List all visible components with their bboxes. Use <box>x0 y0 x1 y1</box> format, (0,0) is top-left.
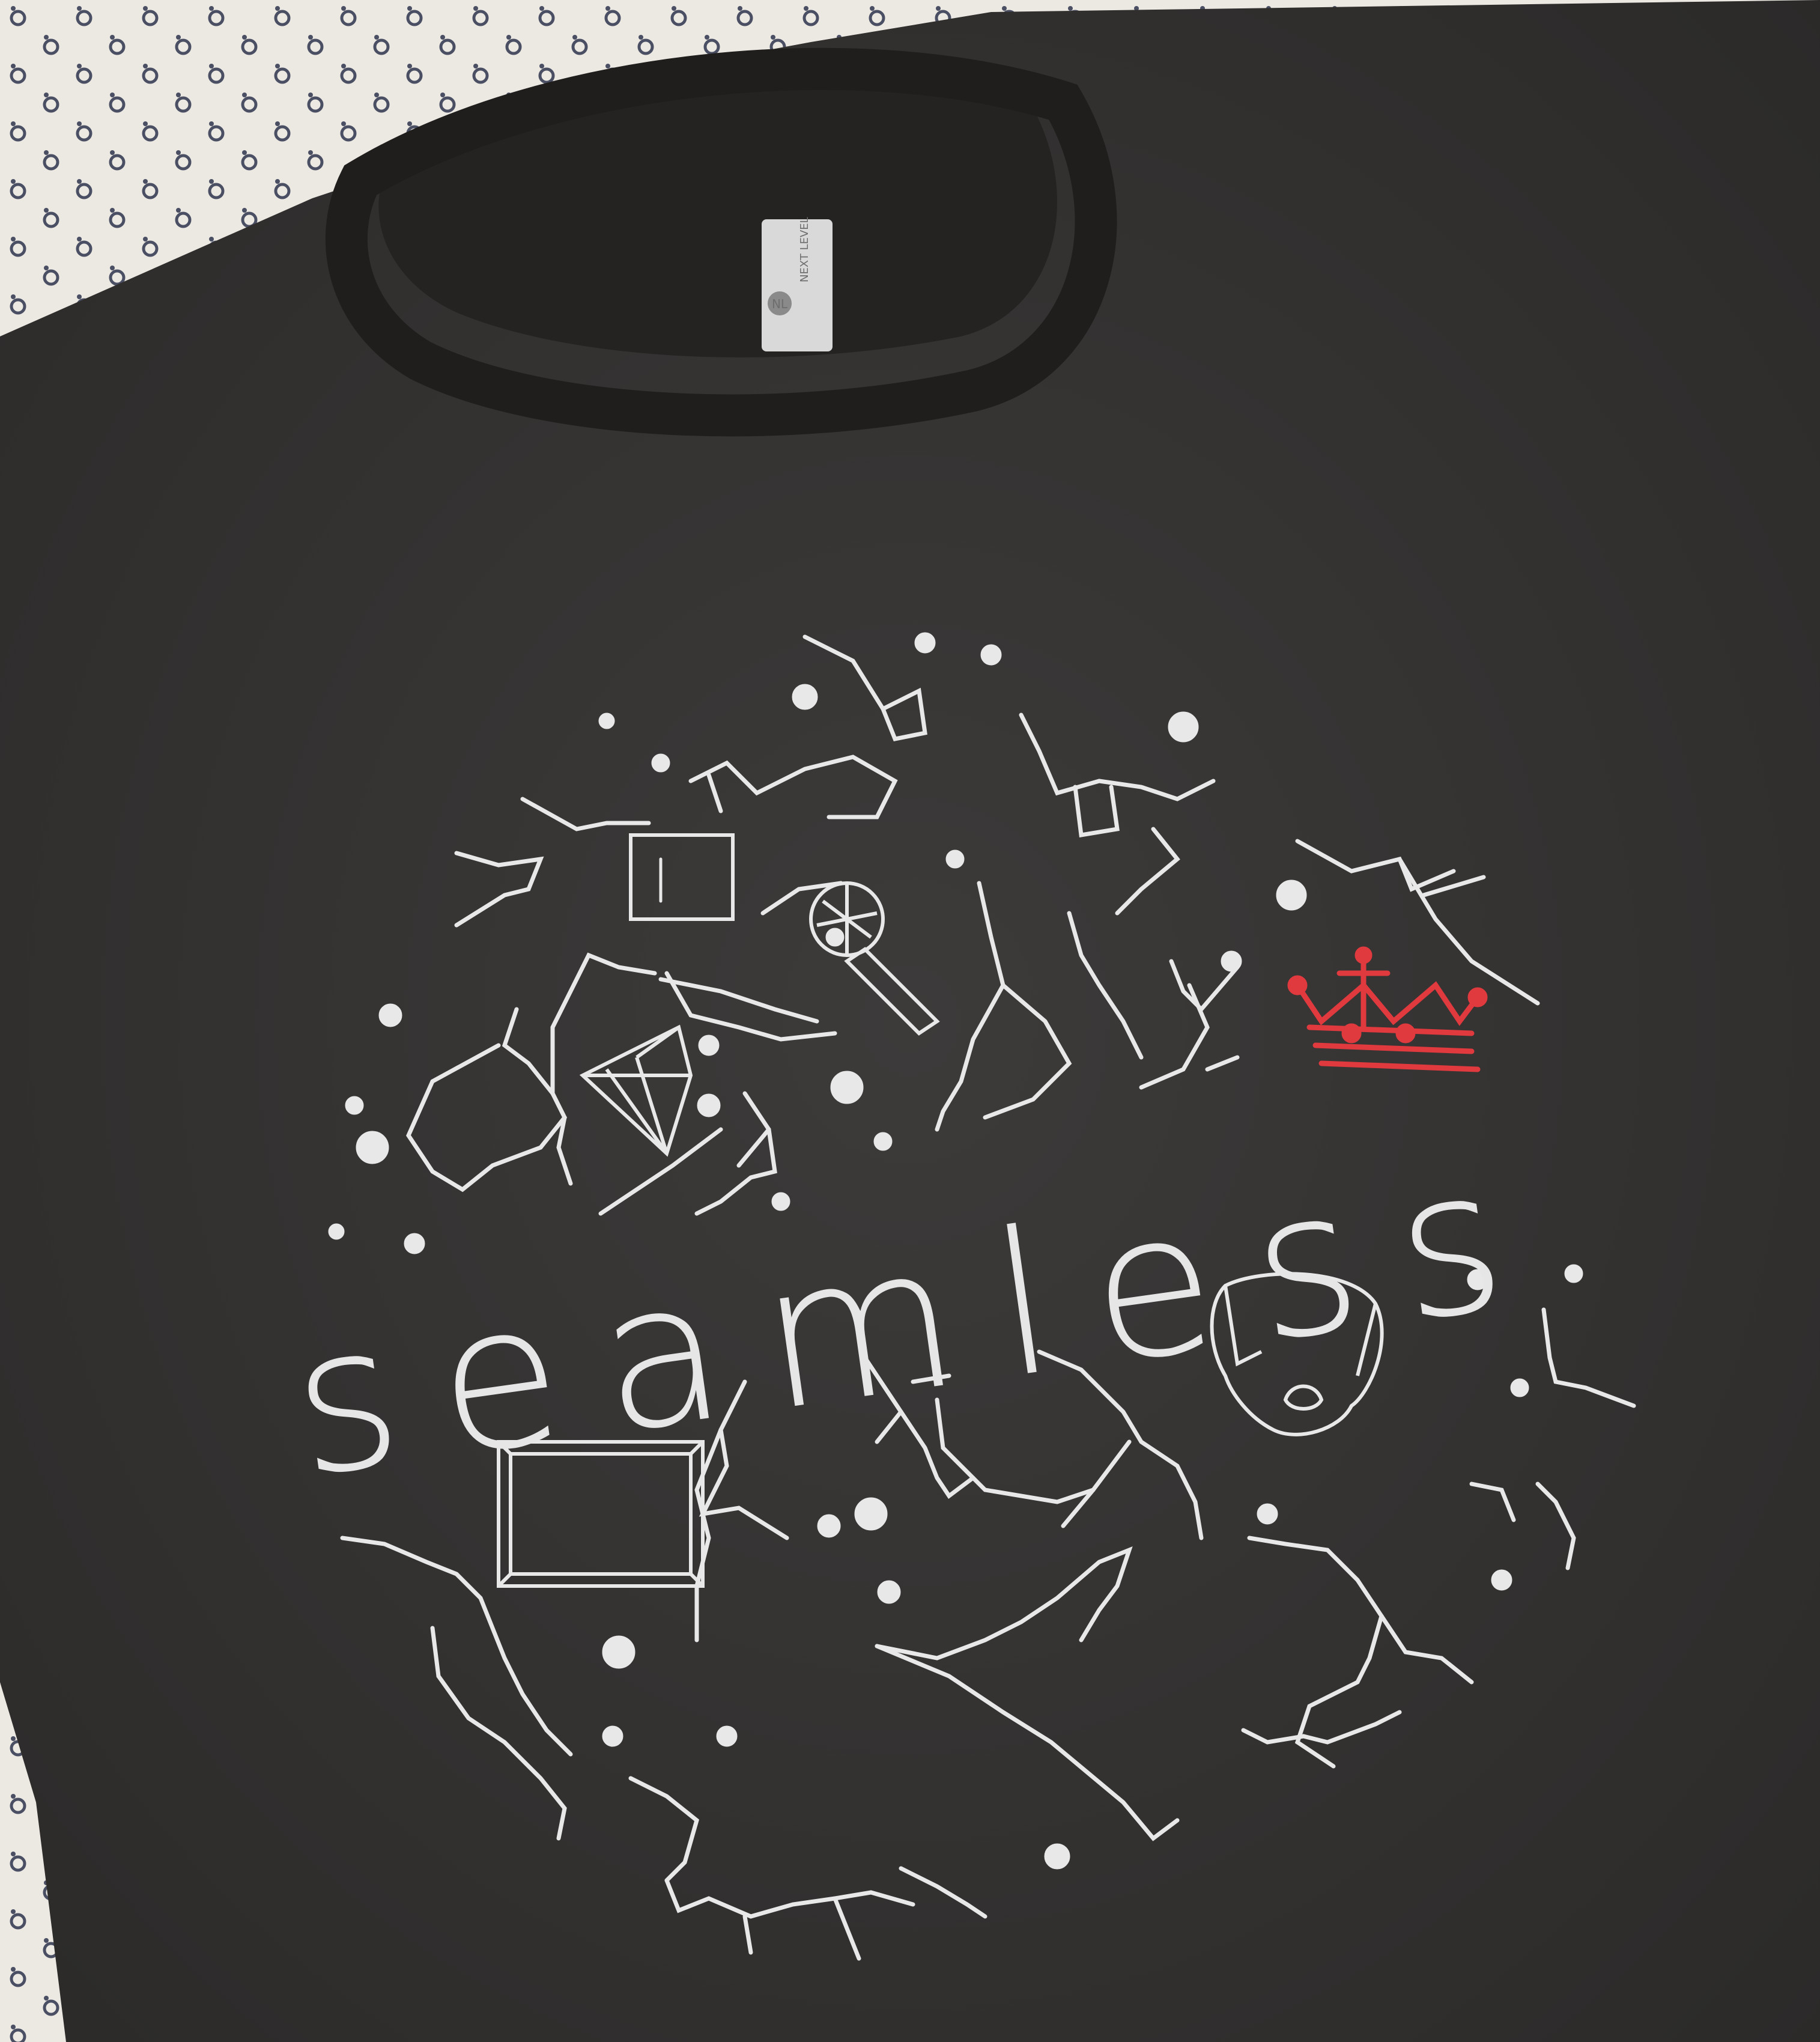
photo-scene: NL NEXT LEVEL seamless <box>0 0 1820 2042</box>
photo-canvas: NL NEXT LEVEL seamless <box>0 0 1820 2042</box>
tag-brand-text: NEXT LEVEL <box>798 217 811 282</box>
tag-size-text: NL <box>772 297 788 311</box>
collar-tag: NL NEXT LEVEL <box>762 217 833 351</box>
